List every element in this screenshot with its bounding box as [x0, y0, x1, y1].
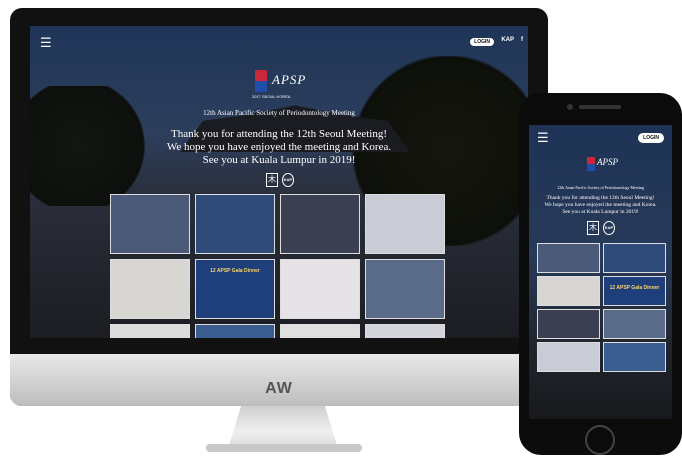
sponsor-logo-1[interactable]: 木: [266, 173, 278, 187]
mobile-photo[interactable]: [537, 276, 600, 306]
desktop-photo[interactable]: [280, 324, 360, 338]
apsp-logo: APSP 2017 SEOUL KOREA: [252, 66, 307, 106]
mobile-thanks-line-3: See you at Kuala Lumpur in 2019!: [562, 209, 639, 215]
mobile-photo[interactable]: [537, 243, 600, 273]
logo-flag-icon: [255, 70, 267, 92]
photo-gallery: 12 APSP Gala Dinner: [110, 194, 445, 338]
meeting-title: 12th Asian Pacific Society of Periodonto…: [203, 109, 355, 117]
camera-icon: [567, 104, 573, 110]
mobile-sponsor-logo-kap[interactable]: KAP: [603, 221, 615, 235]
desktop-photo[interactable]: [195, 194, 275, 254]
mobile-meeting-title: 12th Asian Pacific Society of Periodonto…: [557, 185, 644, 190]
thanks-line-1: Thank you for attending the 12th Seoul M…: [171, 128, 387, 140]
mobile-photo[interactable]: [537, 342, 600, 372]
thanks-line-2: We hope you have enjoyed the meeting and…: [166, 141, 392, 153]
home-button[interactable]: [585, 425, 615, 455]
desktop-photo[interactable]: [280, 194, 360, 254]
mobile-thanks-line-1: Thank you for attending the 12th Seoul M…: [546, 195, 655, 201]
monitor-base: [206, 444, 362, 452]
hamburger-menu-icon[interactable]: ☰: [40, 36, 52, 51]
desktop-photo[interactable]: [365, 324, 445, 338]
device-mockup: ☰ LOGIN KAP f APSP 2017 SEOUL KOREA 12th…: [0, 0, 682, 459]
desktop-photo[interactable]: [280, 259, 360, 319]
mobile-apsp-logo: APSP: [585, 155, 621, 179]
mobile-photo[interactable]: [603, 309, 666, 339]
mobile-thanks-line-2: We hope you have enjoyed the meeting and…: [544, 202, 657, 208]
desktop-photo[interactable]: [365, 194, 445, 254]
desktop-monitor: ☰ LOGIN KAP f APSP 2017 SEOUL KOREA 12th…: [10, 8, 548, 406]
monitor-chin: AW: [10, 354, 548, 406]
desktop-photo[interactable]: [365, 259, 445, 319]
desktop-screen: ☰ LOGIN KAP f APSP 2017 SEOUL KOREA 12th…: [30, 26, 528, 338]
logo-text: APSP: [272, 72, 307, 87]
sponsor-logo-kap[interactable]: KAP: [282, 173, 294, 187]
mobile-photo[interactable]: 12 APSP Gala Dinner: [603, 276, 666, 306]
mobile-photo-gallery: 12 APSP Gala Dinner: [537, 243, 667, 372]
mobile-logo-text: APSP: [597, 157, 618, 167]
thanks-line-3: See you at Kuala Lumpur in 2019!: [202, 154, 356, 166]
desktop-photo[interactable]: 12 APSP Gala Dinner: [195, 259, 275, 319]
monitor-brand: AW: [265, 380, 293, 397]
mobile-thanks-message: Thank you for attending the 12th Seoul M…: [529, 195, 672, 216]
thanks-message: Thank you for attending the 12th Seoul M…: [30, 128, 528, 167]
facebook-icon[interactable]: f: [521, 37, 523, 43]
kap-link[interactable]: KAP: [501, 37, 514, 43]
mobile-screen: ☰ LOGIN APSP 12th Asian Pacific Society …: [529, 125, 672, 419]
mobile-photo[interactable]: [537, 309, 600, 339]
mobile-phone: ☰ LOGIN APSP 12th Asian Pacific Society …: [519, 93, 682, 455]
login-button[interactable]: LOGIN: [470, 38, 494, 46]
logo-year: 2017 SEOUL KOREA: [252, 94, 291, 99]
desktop-gala-caption: 12 APSP Gala Dinner: [210, 268, 260, 274]
mobile-hamburger-menu-icon[interactable]: ☰: [537, 131, 549, 146]
speaker-grill: [579, 105, 621, 109]
monitor-stand: [228, 406, 338, 448]
mobile-logo-flag-icon: [587, 157, 595, 171]
mobile-gala-caption: 12 APSP Gala Dinner: [609, 285, 660, 291]
desktop-photo[interactable]: [110, 259, 190, 319]
desktop-photo[interactable]: [110, 324, 190, 338]
mobile-photo[interactable]: [603, 342, 666, 372]
desktop-photo[interactable]: [110, 194, 190, 254]
mobile-login-button[interactable]: LOGIN: [638, 133, 664, 143]
desktop-photo[interactable]: [195, 324, 275, 338]
mobile-sponsor-logo-1[interactable]: 木: [587, 221, 599, 235]
mobile-photo[interactable]: [603, 243, 666, 273]
